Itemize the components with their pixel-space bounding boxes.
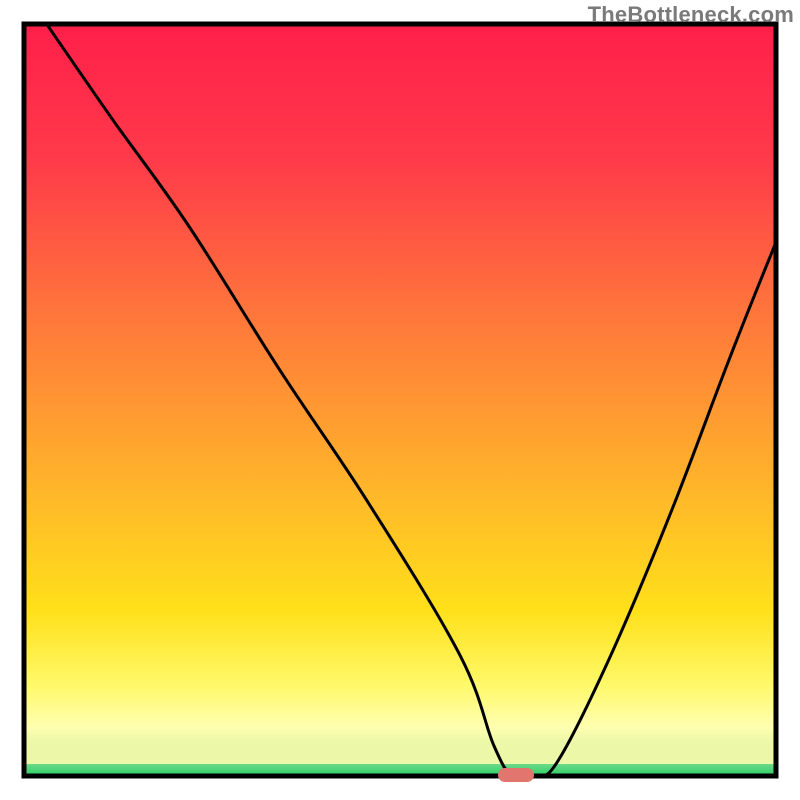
bottleneck-chart (0, 0, 800, 800)
plot-area (24, 24, 776, 776)
trough-marker-pill (498, 768, 534, 782)
chart-frame: TheBottleneck.com (0, 0, 800, 800)
heat-background (24, 24, 776, 776)
watermark-text: TheBottleneck.com (588, 2, 794, 28)
